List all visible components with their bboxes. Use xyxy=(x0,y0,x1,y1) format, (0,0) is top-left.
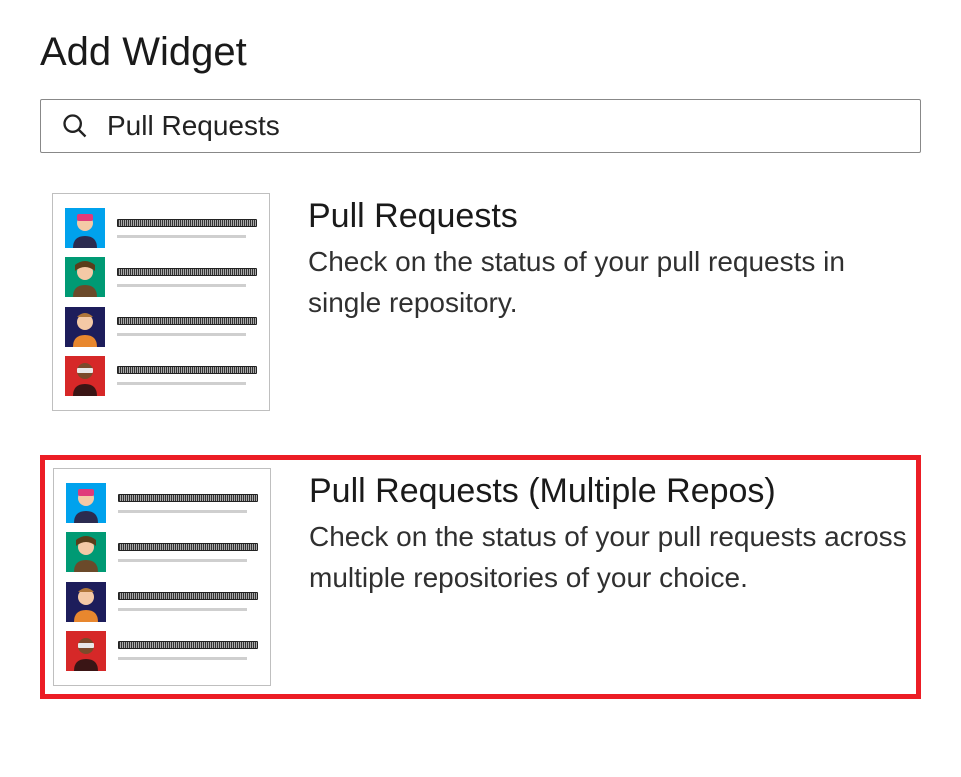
avatar-icon xyxy=(66,582,106,622)
avatar-icon xyxy=(65,356,105,396)
widget-info: Pull Requests Check on the status of you… xyxy=(308,193,909,323)
avatar-icon xyxy=(65,208,105,248)
avatar-icon xyxy=(65,257,105,297)
widget-description: Check on the status of your pull request… xyxy=(308,242,909,323)
widget-description: Check on the status of your pull request… xyxy=(309,517,908,598)
widget-title: Pull Requests xyxy=(308,197,909,236)
preview-row xyxy=(65,208,257,248)
search-input[interactable] xyxy=(107,110,900,142)
preview-lines xyxy=(118,494,258,513)
preview-row xyxy=(65,307,257,347)
preview-lines xyxy=(118,543,258,562)
preview-lines xyxy=(118,592,258,611)
avatar-icon xyxy=(66,483,106,523)
preview-lines xyxy=(118,641,258,660)
preview-lines xyxy=(117,317,257,336)
widget-card-pull-requests-multiple[interactable]: Pull Requests (Multiple Repos) Check on … xyxy=(40,455,921,699)
preview-lines xyxy=(117,366,257,385)
search-box[interactable] xyxy=(40,99,921,153)
widget-info: Pull Requests (Multiple Repos) Check on … xyxy=(309,468,908,598)
preview-lines xyxy=(117,219,257,238)
preview-lines xyxy=(117,268,257,287)
widget-list: Pull Requests Check on the status of you… xyxy=(40,181,921,699)
page-title: Add Widget xyxy=(40,30,921,75)
preview-row xyxy=(66,582,258,622)
search-icon xyxy=(61,112,89,140)
widget-preview xyxy=(52,193,270,411)
avatar-icon xyxy=(66,631,106,671)
avatar-icon xyxy=(65,307,105,347)
preview-row xyxy=(65,257,257,297)
preview-row xyxy=(66,631,258,671)
preview-row xyxy=(65,356,257,396)
preview-row xyxy=(66,532,258,572)
widget-title: Pull Requests (Multiple Repos) xyxy=(309,472,908,511)
widget-preview xyxy=(53,468,271,686)
preview-row xyxy=(66,483,258,523)
widget-card-pull-requests[interactable]: Pull Requests Check on the status of you… xyxy=(40,181,921,423)
avatar-icon xyxy=(66,532,106,572)
